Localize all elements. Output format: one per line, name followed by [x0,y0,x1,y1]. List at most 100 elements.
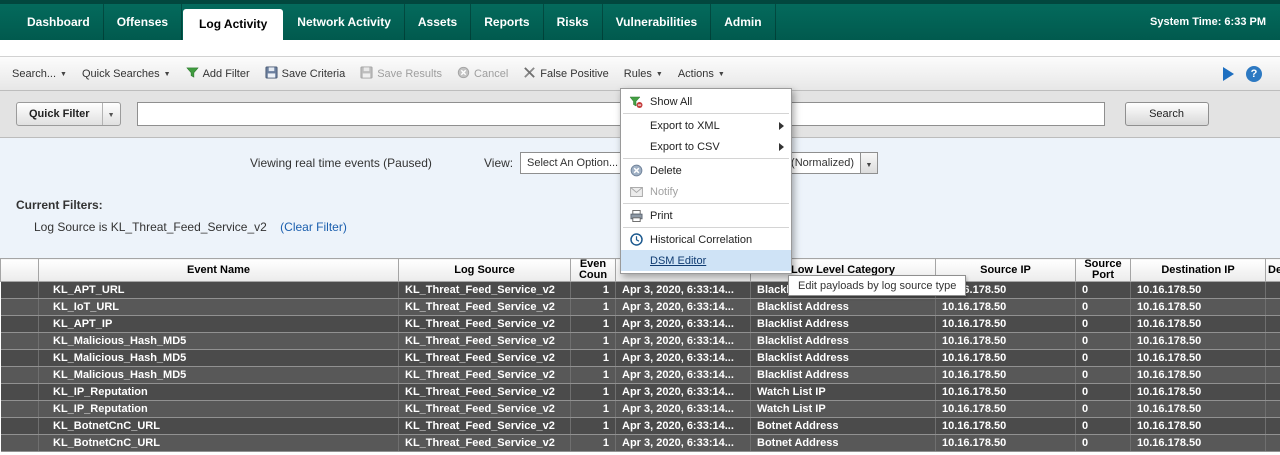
tab-dashboard[interactable]: Dashboard [14,4,104,40]
rules-menu-button[interactable]: Rules [624,68,663,80]
tab-vulnerabilities[interactable]: Vulnerabilities [603,4,712,40]
cell-event-name: KL_APT_IP [39,316,399,333]
table-row[interactable]: KL_BotnetCnC_URL KL_Threat_Feed_Service_… [1,418,1280,435]
cell-time: Apr 3, 2020, 6:33:14... [616,350,751,367]
actions-menu-button[interactable]: Actions [678,68,725,80]
false-positive-button[interactable]: False Positive [523,66,608,82]
menu-item-label: Print [650,210,784,222]
cell-source-port: 0 [1076,418,1131,435]
view-label: View: [484,156,513,170]
play-icon[interactable] [1223,67,1234,81]
cell-log-source: KL_Threat_Feed_Service_v2 [399,418,571,435]
menu-separator [623,158,789,159]
header-destination-port[interactable]: De [1266,259,1280,282]
tab-admin[interactable]: Admin [711,4,775,40]
cell-source-ip: 10.16.178.50 [936,384,1076,401]
cell-time: Apr 3, 2020, 6:33:14... [616,401,751,418]
tab-reports[interactable]: Reports [471,4,543,40]
menu-item-label: DSM Editor [650,255,784,267]
menu-separator [623,227,789,228]
search-button[interactable]: Search [1125,102,1209,126]
cell-category: Blacklist Address [751,350,936,367]
cell-time: Apr 3, 2020, 6:33:14... [616,384,751,401]
menu-item-export-csv[interactable]: Export to CSV [621,136,791,157]
menu-item-historical-correlation[interactable]: Historical Correlation [621,229,791,250]
save-criteria-button[interactable]: Save Criteria [265,66,346,82]
menu-item-dsm-editor[interactable]: DSM Editor [621,250,791,271]
table-row[interactable]: KL_IoT_URL KL_Threat_Feed_Service_v2 1 A… [1,299,1280,316]
cell-destination-ip: 10.16.178.50 [1131,435,1266,452]
event-table: Event Name Log Source Even Coun Time Low… [0,258,1280,452]
cell-event-name: KL_Malicious_Hash_MD5 [39,333,399,350]
tab-network-activity[interactable]: Network Activity [284,4,405,40]
cell-event-name: KL_BotnetCnC_URL [39,435,399,452]
row-icon-cell [1,299,39,316]
cell-category: Blacklist Address [751,316,936,333]
cell-event-name: KL_IP_Reputation [39,401,399,418]
cell-time: Apr 3, 2020, 6:33:14... [616,282,751,299]
cell-destination-ip: 10.16.178.50 [1131,333,1266,350]
tab-risks[interactable]: Risks [544,4,603,40]
chevron-down-icon [718,68,725,80]
cell-count: 1 [571,401,616,418]
cell-source-ip: 10.16.178.50 [936,299,1076,316]
cell-category: Blacklist Address [751,367,936,384]
table-row[interactable]: KL_BotnetCnC_URL KL_Threat_Feed_Service_… [1,435,1280,452]
cell-count: 1 [571,418,616,435]
table-row[interactable]: KL_APT_IP KL_Threat_Feed_Service_v2 1 Ap… [1,316,1280,333]
header-event-name[interactable]: Event Name [39,259,399,282]
dsm-editor-tooltip: Edit payloads by log source type [788,275,966,296]
chevron-down-icon[interactable] [860,153,877,173]
header-log-source[interactable]: Log Source [399,259,571,282]
table-row[interactable]: KL_IP_Reputation KL_Threat_Feed_Service_… [1,401,1280,418]
rules-label: Rules [624,68,652,80]
clock-icon [628,233,644,246]
header-source-port[interactable]: Source Port [1076,259,1131,282]
help-icon[interactable] [1246,66,1262,82]
header-event-count[interactable]: Even Coun [571,259,616,282]
cell-destination-ip: 10.16.178.50 [1131,384,1266,401]
save-results-button: Save Results [360,66,442,82]
submenu-arrow-icon [779,143,784,151]
printer-icon [628,210,644,222]
clear-filter-link[interactable]: (Clear Filter) [280,220,347,234]
viewing-status-text: Viewing real time events (Paused) [250,156,432,170]
tab-offenses[interactable]: Offenses [104,4,182,40]
cell-time: Apr 3, 2020, 6:33:14... [616,418,751,435]
cell-count: 1 [571,384,616,401]
search-menu-button[interactable]: Search... [12,68,67,80]
search-menu-label: Search... [12,68,56,80]
cell-log-source: KL_Threat_Feed_Service_v2 [399,299,571,316]
save-disk-disabled-icon [360,66,373,82]
log-activity-toolbar: Search... Quick Searches Add Filter Save… [0,56,1280,91]
header-destination-ip[interactable]: Destination IP [1131,259,1266,282]
tab-log-activity[interactable]: Log Activity [183,9,283,40]
add-filter-button[interactable]: Add Filter [186,66,250,82]
menu-item-print[interactable]: Print [621,205,791,226]
menu-item-label: Export to XML [650,120,773,132]
tab-assets[interactable]: Assets [405,4,471,40]
chevron-down-icon [102,103,120,125]
cancel-circle-icon [457,66,470,82]
table-row[interactable]: KL_APT_URL KL_Threat_Feed_Service_v2 1 A… [1,282,1280,299]
menu-item-label: Notify [650,186,784,198]
menu-item-label: Show All [650,96,784,108]
table-row[interactable]: KL_Malicious_Hash_MD5 KL_Threat_Feed_Ser… [1,333,1280,350]
table-row[interactable]: KL_Malicious_Hash_MD5 KL_Threat_Feed_Ser… [1,350,1280,367]
save-criteria-label: Save Criteria [282,68,346,80]
filter-funnel-icon [186,66,199,82]
row-icon-cell [1,384,39,401]
menu-item-delete[interactable]: Delete [621,160,791,181]
quick-filter-dropdown[interactable]: Quick Filter [16,102,121,126]
cell-source-ip: 10.16.178.50 [936,350,1076,367]
table-row[interactable]: KL_IP_Reputation KL_Threat_Feed_Service_… [1,384,1280,401]
cell-category: Watch List IP [751,384,936,401]
quick-searches-button[interactable]: Quick Searches [82,68,171,80]
cell-destination-port [1266,299,1280,316]
menu-item-label: Delete [650,165,784,177]
cell-destination-ip: 10.16.178.50 [1131,367,1266,384]
menu-item-show-all[interactable]: Show All [621,91,791,112]
table-row[interactable]: KL_Malicious_Hash_MD5 KL_Threat_Feed_Ser… [1,367,1280,384]
cell-log-source: KL_Threat_Feed_Service_v2 [399,316,571,333]
menu-item-export-xml[interactable]: Export to XML [621,115,791,136]
